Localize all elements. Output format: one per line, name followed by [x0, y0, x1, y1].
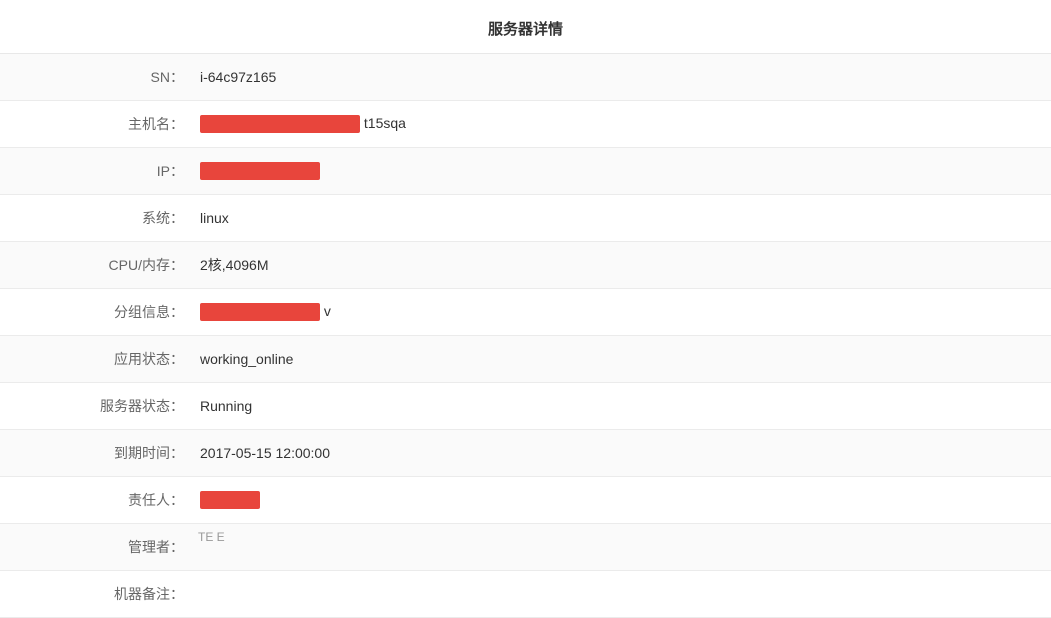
field-value-owner: [200, 491, 1051, 509]
table-row: 主机名： t15sqa: [0, 101, 1051, 148]
field-label-notes: 机器备注：: [0, 584, 200, 604]
field-label-sn: SN：: [0, 67, 200, 87]
table-row: 系统： linux: [0, 195, 1051, 242]
field-label-hostname: 主机名：: [0, 114, 200, 134]
redacted-owner: [200, 491, 260, 509]
field-label-owner: 责任人：: [0, 490, 200, 510]
bottom-footer-text: TE E: [198, 530, 225, 544]
field-label-app-status: 应用状态：: [0, 349, 200, 369]
detail-table: SN： i-64c97z165 主机名： t15sqa IP： 系统： linu…: [0, 54, 1051, 618]
field-label-server-status: 服务器状态：: [0, 396, 200, 416]
field-value-expire-time: 2017-05-15 12:00:00: [200, 445, 1051, 461]
field-value-hostname: t15sqa: [200, 115, 1051, 133]
table-row: 到期时间： 2017-05-15 12:00:00: [0, 430, 1051, 477]
field-label-cpu-memory: CPU/内存：: [0, 255, 200, 275]
table-row: SN： i-64c97z165: [0, 54, 1051, 101]
page-container: 服务器详情 SN： i-64c97z165 主机名： t15sqa IP： 系统…: [0, 0, 1051, 618]
page-title: 服务器详情: [0, 0, 1051, 54]
redacted-group: [200, 303, 320, 321]
table-row: 分组信息： v: [0, 289, 1051, 336]
field-value-os: linux: [200, 210, 1051, 226]
field-value-app-status: working_online: [200, 351, 1051, 367]
table-row: 应用状态： working_online: [0, 336, 1051, 383]
field-label-group: 分组信息：: [0, 302, 200, 322]
redacted-ip: [200, 162, 320, 180]
table-row: CPU/内存： 2核,4096M: [0, 242, 1051, 289]
field-value-sn: i-64c97z165: [200, 69, 1051, 85]
table-row: 服务器状态： Running: [0, 383, 1051, 430]
hostname-suffix: t15sqa: [364, 115, 406, 131]
table-row: 管理者：: [0, 524, 1051, 571]
table-row: 责任人：: [0, 477, 1051, 524]
field-value-ip: [200, 162, 1051, 180]
group-suffix: v: [324, 303, 331, 319]
table-row: IP：: [0, 148, 1051, 195]
field-label-expire-time: 到期时间：: [0, 443, 200, 463]
field-value-cpu-memory: 2核,4096M: [200, 255, 1051, 275]
field-label-os: 系统：: [0, 208, 200, 228]
field-value-group: v: [200, 303, 1051, 321]
redacted-hostname: [200, 115, 360, 133]
field-label-manager: 管理者：: [0, 537, 200, 557]
field-label-ip: IP：: [0, 161, 200, 181]
field-value-server-status: Running: [200, 398, 1051, 414]
table-row: 机器备注：: [0, 571, 1051, 618]
